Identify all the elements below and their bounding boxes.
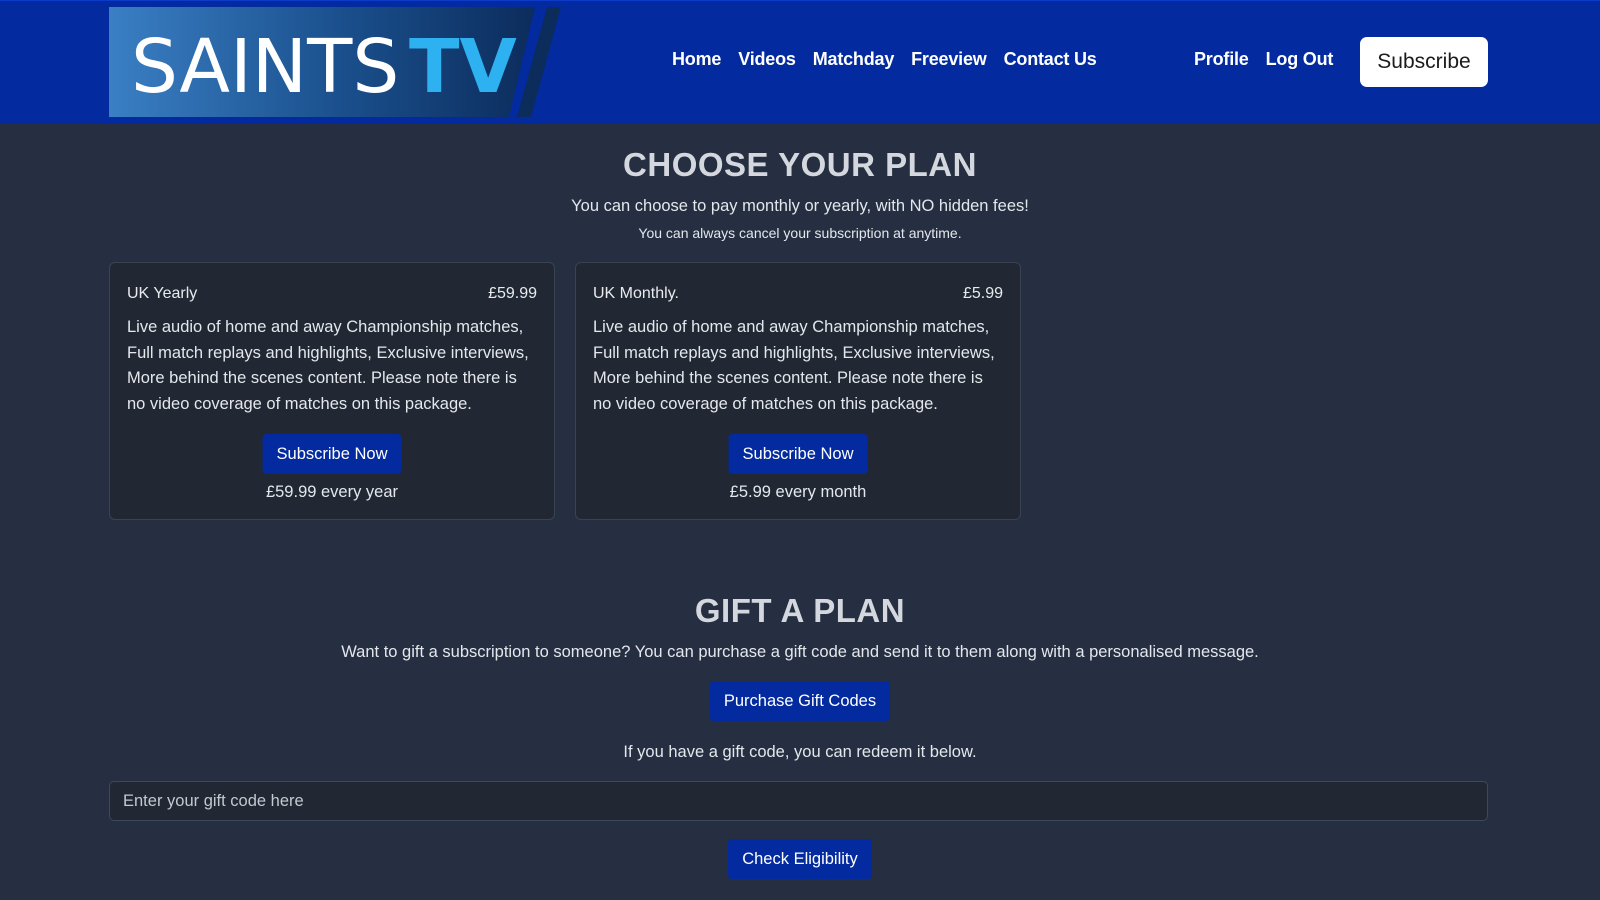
plan-card-uk-yearly: UK Yearly £59.99 Live audio of home and … [109, 262, 555, 520]
plans-cancel-note: You can always cancel your subscription … [638, 225, 962, 241]
logo-text-saints: SAINTS [131, 24, 399, 110]
plan-name: UK Monthly. [593, 285, 679, 302]
account-nav: Profile Log Out [1194, 49, 1333, 70]
plan-billing: £5.99 every month [729, 483, 867, 501]
choose-plan-title: CHOOSE YOUR PLAN [623, 146, 977, 183]
main-nav: Home Videos Matchday Freeview Contact Us [672, 49, 1097, 70]
plan-price: £5.99 [962, 285, 1003, 302]
nav-link-log-out[interactable]: Log Out [1266, 49, 1334, 70]
purchase-gift-wrapper: Purchase Gift Codes [0, 681, 1600, 721]
redeem-text: If you have a gift code, you can redeem … [623, 743, 977, 761]
gift-code-input[interactable] [109, 781, 1488, 821]
nav-link-profile[interactable]: Profile [1194, 49, 1249, 70]
plan-description: Live audio of home and away Championship… [593, 318, 995, 413]
subscribe-now-yearly-button[interactable]: Subscribe Now [262, 434, 402, 474]
plan-name: UK Yearly [127, 285, 198, 302]
gift-plan-title: GIFT A PLAN [694, 592, 906, 629]
check-eligibility-button[interactable]: Check Eligibility [728, 839, 872, 879]
nav-link-videos[interactable]: Videos [738, 49, 796, 70]
plans-subtitle: You can choose to pay monthly or yearly,… [571, 197, 1029, 215]
plan-card-uk-monthly: UK Monthly. £5.99 Live audio of home and… [575, 262, 1021, 520]
plan-price: £59.99 [488, 285, 537, 302]
nav-link-home[interactable]: Home [672, 49, 721, 70]
nav-link-contact-us[interactable]: Contact Us [1004, 49, 1097, 70]
nav-link-matchday[interactable]: Matchday [813, 49, 895, 70]
check-eligibility-wrapper: Check Eligibility [0, 839, 1600, 879]
logo-text-tv: TV [409, 24, 517, 110]
plan-billing: £59.99 every year [265, 483, 399, 501]
gift-description: Want to gift a subscription to someone? … [341, 643, 1259, 661]
plan-description: Live audio of home and away Championship… [127, 318, 529, 413]
subscribe-now-monthly-button[interactable]: Subscribe Now [728, 434, 868, 474]
header-subscribe-button[interactable]: Subscribe [1360, 37, 1488, 87]
nav-link-freeview[interactable]: Freeview [911, 49, 987, 70]
purchase-gift-codes-button[interactable]: Purchase Gift Codes [709, 681, 891, 721]
saints-tv-logo[interactable]: SAINTS TV [109, 7, 561, 117]
navbar: SAINTS TV Home Videos Matchday Freeview … [0, 0, 1600, 124]
logo-graphic: SAINTS TV [109, 7, 561, 117]
